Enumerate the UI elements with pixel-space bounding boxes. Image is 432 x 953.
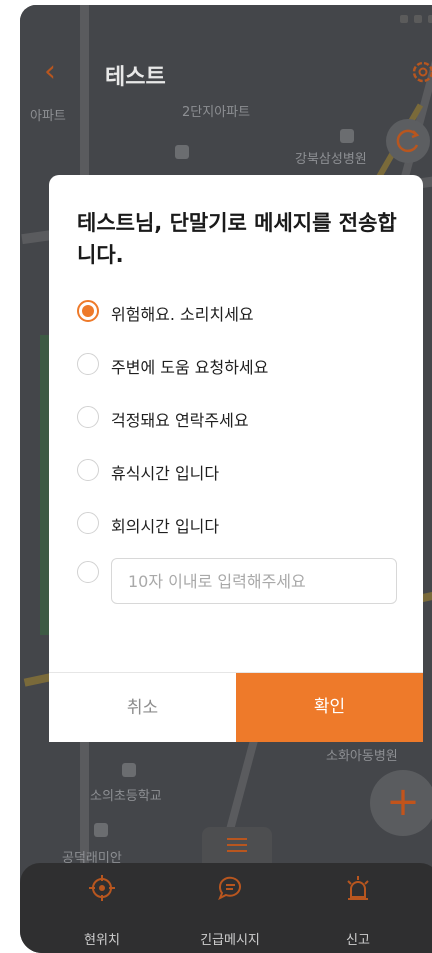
message-icon bbox=[218, 876, 241, 901]
refresh-button[interactable] bbox=[386, 119, 430, 163]
message-dialog: 테스트님, 단말기로 메세지를 전송합니다. 위험해요. 소리치세요 주변에 도… bbox=[49, 175, 423, 742]
option-label: 주변에 도움 요청하세요 bbox=[111, 358, 269, 377]
option-label: 휴식시간 입니다 bbox=[111, 464, 220, 483]
radio-button[interactable] bbox=[77, 512, 99, 534]
school-icon bbox=[122, 763, 136, 777]
map-label: 소화아동병원 bbox=[326, 749, 398, 764]
drawer-handle[interactable] bbox=[202, 827, 272, 863]
radio-button[interactable] bbox=[77, 561, 99, 583]
map-label: 2단지아파트 bbox=[182, 105, 251, 120]
radio-button[interactable] bbox=[77, 300, 99, 322]
hospital-icon bbox=[340, 129, 354, 143]
nav-label: 신고 bbox=[346, 933, 370, 948]
dialog-title: 테스트님, 단말기로 메세지를 전송합니다. bbox=[77, 211, 397, 267]
gear-icon[interactable] bbox=[408, 57, 432, 87]
bottom-nav: 현위치 긴급메시지 신고 bbox=[20, 863, 432, 953]
radio-button[interactable] bbox=[77, 353, 99, 375]
nav-label: 현위치 bbox=[84, 933, 120, 948]
nav-item-location[interactable]: 현위치 bbox=[42, 863, 162, 953]
nav-item-report[interactable]: 신고 bbox=[298, 863, 418, 953]
dialog-actions: 취소 확인 bbox=[49, 672, 423, 742]
nav-item-message[interactable]: 긴급메시지 bbox=[170, 863, 290, 953]
map-label: 강북삼성병원 bbox=[295, 152, 367, 167]
radio-button[interactable] bbox=[77, 406, 99, 428]
page-title: 테스트 bbox=[105, 65, 166, 90]
siren-icon bbox=[347, 876, 369, 900]
cancel-button[interactable]: 취소 bbox=[49, 673, 236, 742]
building-icon bbox=[94, 823, 108, 837]
confirm-button[interactable]: 확인 bbox=[236, 673, 423, 742]
option-label: 걱정돼요 연락주세요 bbox=[111, 411, 249, 430]
map-label: 소의초등학교 bbox=[90, 789, 162, 804]
app-header: ‹ 테스트 bbox=[20, 45, 432, 101]
option-label: 회의시간 입니다 bbox=[111, 517, 220, 536]
location-target-icon bbox=[89, 875, 115, 901]
custom-message-input[interactable] bbox=[111, 558, 397, 604]
map-label: 아파트 bbox=[30, 109, 66, 124]
option-label: 위험해요. 소리치세요 bbox=[111, 305, 254, 324]
nav-label: 긴급메시지 bbox=[200, 933, 260, 948]
school-icon bbox=[175, 145, 189, 159]
refresh-icon bbox=[396, 129, 420, 153]
add-button[interactable]: + bbox=[370, 770, 432, 836]
status-bar bbox=[360, 5, 432, 33]
back-icon[interactable]: ‹ bbox=[44, 57, 56, 87]
radio-button[interactable] bbox=[77, 459, 99, 481]
